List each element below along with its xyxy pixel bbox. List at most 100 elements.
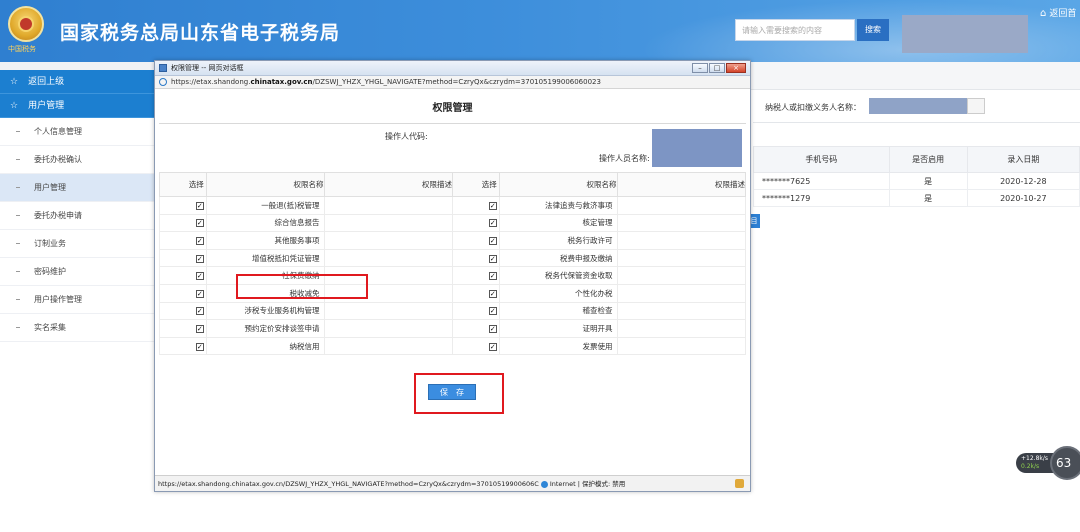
permission-checkbox[interactable]: ✓ — [195, 324, 204, 333]
permission-name: 一般退(抵)税管理 — [205, 196, 325, 215]
permission-row: ✓ 综合信息报告 ✓ 核定管理 — [159, 213, 747, 233]
permission-checkbox[interactable]: ✓ — [488, 219, 497, 228]
permission-checkbox[interactable]: ✓ — [195, 201, 204, 210]
permission-name: 综合信息报告 — [205, 213, 325, 233]
permission-checkbox[interactable]: ✓ — [488, 254, 497, 263]
permission-name: 核定管理 — [498, 213, 618, 233]
permission-name: 其他服务事项 — [205, 231, 325, 250]
permission-checkbox[interactable]: ✓ — [195, 236, 204, 245]
permission-name: 涉税专业服务机构管理 — [205, 301, 325, 321]
permission-description — [616, 248, 747, 268]
maximize-button[interactable]: □ — [709, 63, 725, 73]
emblem-caption: 中国税务 — [8, 45, 36, 53]
table-row[interactable]: *******1279 是 2020-10-27 — [753, 189, 1080, 207]
permission-checkbox[interactable]: ✓ — [488, 272, 497, 281]
permission-checkbox[interactable]: ✓ — [488, 201, 497, 210]
network-speed-widget[interactable]: +12.8k/s 0.2k/s 63 — [1016, 446, 1080, 480]
permission-checkbox[interactable]: ✓ — [488, 307, 497, 316]
ie-icon — [159, 78, 167, 86]
return-home-link[interactable]: ⌂ 返回首 — [1040, 6, 1076, 19]
permission-description — [616, 301, 747, 321]
permission-name: 稽查检查 — [498, 301, 618, 321]
taxpayer-name-label: 纳税人或扣缴义务人名称： — [765, 103, 861, 112]
dialog-url-bar: https://etax.shandong.chinatax.gov.cn/DZ… — [155, 76, 750, 89]
permission-description — [616, 266, 747, 285]
permission-description — [323, 319, 453, 338]
permission-description — [616, 231, 747, 250]
speed-value: 63 — [1050, 446, 1080, 480]
permission-checkbox[interactable]: ✓ — [195, 289, 204, 298]
permission-table: 选择 权限名称 权限描述 选择 权限名称 权限描述 ✓ 一般退(抵)税管理 ✓ 法律追… — [159, 172, 747, 356]
permission-description — [616, 283, 747, 303]
permission-checkbox[interactable]: ✓ — [195, 219, 204, 228]
permission-checkbox[interactable]: ✓ — [195, 342, 204, 351]
column-header: 权限名称 — [205, 172, 325, 197]
close-button[interactable]: × — [726, 63, 746, 73]
permission-description — [323, 213, 453, 233]
star-icon: ☆ — [10, 77, 19, 87]
home-icon: ⌂ — [1040, 8, 1047, 19]
star-icon: ☆ — [10, 101, 19, 111]
search-button[interactable]: 搜索 — [857, 19, 889, 41]
permission-name: 纳税信用 — [205, 336, 325, 356]
column-header: 权限描述 — [323, 172, 453, 197]
permission-dialog: 权限管理 -- 网页对话框 – □ × https://etax.shandon… — [154, 60, 751, 492]
permission-description — [323, 336, 453, 356]
column-header: 选择 — [159, 172, 207, 197]
permission-checkbox[interactable]: ✓ — [195, 272, 204, 281]
permission-checkbox[interactable]: ✓ — [195, 254, 204, 263]
column-header: 是否启用 — [888, 146, 968, 173]
dialog-heading: 权限管理 — [432, 103, 473, 114]
site-title: 国家税务总局山东省电子税务局 — [60, 22, 341, 44]
dialog-status-bar: https://etax.shandong.chinatax.gov.cn/DZ… — [155, 475, 750, 491]
permission-description — [616, 213, 747, 233]
table-row[interactable]: *******7625 是 2020-12-28 — [753, 172, 1080, 190]
redacted-taxpayer-name — [869, 98, 967, 114]
permission-description — [616, 196, 747, 215]
operator-code-label: 操作人代码: — [385, 132, 428, 141]
permission-row: ✓ 一般退(抵)税管理 ✓ 法律追责与救济事项 — [159, 196, 747, 215]
permission-checkbox[interactable]: ✓ — [488, 342, 497, 351]
permission-description — [616, 336, 747, 356]
permission-row: ✓ 纳税信用 ✓ 发票使用 — [159, 336, 747, 356]
taxpayer-name-input[interactable] — [967, 98, 985, 114]
dialog-titlebar[interactable]: 权限管理 -- 网页对话框 – □ × — [155, 61, 750, 76]
permission-name: 税务代保管资金收取 — [498, 266, 618, 285]
highlight-save-button — [414, 373, 504, 414]
permission-row: ✓ 增值税抵扣凭证管理 ✓ 税费申报及缴纳 — [159, 248, 747, 268]
dialog-title: 权限管理 -- 网页对话框 — [171, 64, 244, 72]
permission-name: 预约定价安排谈签申请 — [205, 319, 325, 338]
permission-description — [323, 196, 453, 215]
permission-checkbox[interactable]: ✓ — [488, 324, 497, 333]
column-header: 权限名称 — [498, 172, 618, 197]
column-header: 权限描述 — [616, 172, 747, 197]
permission-row: ✓ 其他服务事项 ✓ 税务行政许可 — [159, 231, 747, 250]
permission-name: 税费申报及缴纳 — [498, 248, 618, 268]
permission-name: 个性化办税 — [498, 283, 618, 303]
column-header: 录入日期 — [966, 146, 1080, 173]
permission-checkbox[interactable]: ✓ — [488, 236, 497, 245]
permission-row: ✓ 涉税专业服务机构管理 ✓ 稽查检查 — [159, 301, 747, 321]
permission-checkbox[interactable]: ✓ — [488, 289, 497, 298]
permission-name: 证明开具 — [498, 319, 618, 338]
permission-name: 法律追责与救济事项 — [498, 196, 618, 215]
permission-name: 税务行政许可 — [498, 231, 618, 250]
highlight-social-insurance — [236, 274, 368, 299]
redacted-user-info — [902, 15, 1028, 53]
permission-row: ✓ 预约定价安排谈签申请 ✓ 证明开具 — [159, 319, 747, 338]
search-input[interactable]: 请输入需要搜索的内容 — [735, 19, 855, 41]
permission-checkbox[interactable]: ✓ — [195, 307, 204, 316]
minimize-button[interactable]: – — [692, 63, 708, 73]
column-header: 手机号码 — [753, 146, 890, 173]
lock-icon — [735, 479, 744, 488]
permission-description — [323, 301, 453, 321]
permission-name: 发票使用 — [498, 336, 618, 356]
redacted-operator-info — [652, 129, 742, 167]
site-header: 中国税务 国家税务总局山东省电子税务局 请输入需要搜索的内容 搜索 ⌂ 返回首 — [0, 0, 1080, 62]
permission-name: 增值税抵扣凭证管理 — [205, 248, 325, 268]
permission-description — [323, 231, 453, 250]
operator-name-label: 操作人员名称: — [599, 154, 650, 163]
column-header: 选择 — [451, 172, 500, 197]
user-table: 手机号码 是否启用 录入日期 *******7625 是 2020-12-28 … — [753, 146, 1080, 207]
permission-description — [323, 248, 453, 268]
